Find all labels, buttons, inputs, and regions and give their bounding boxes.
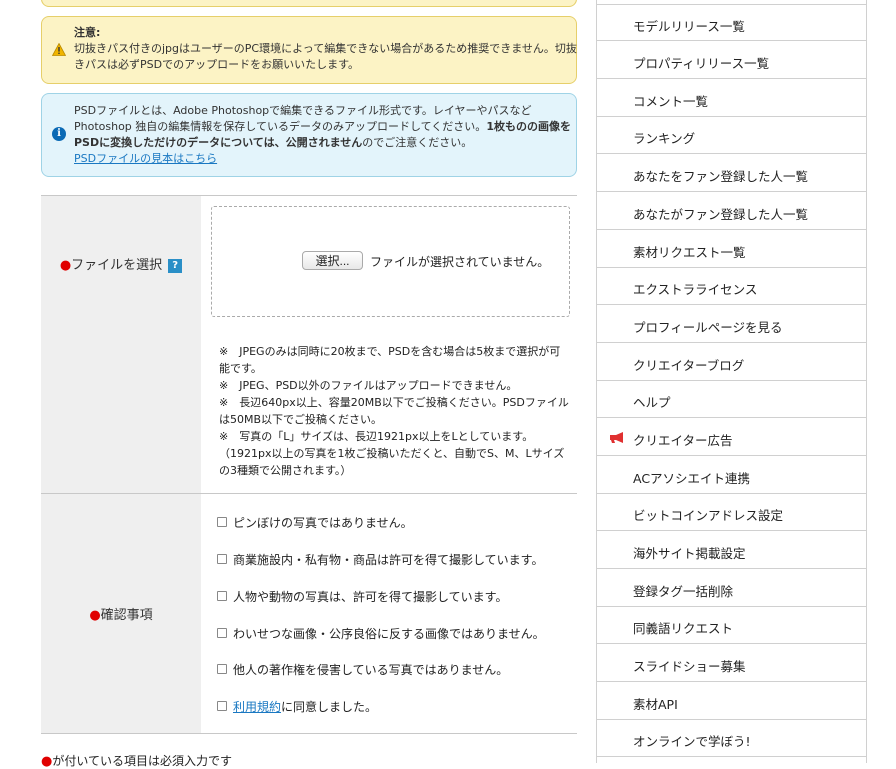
info-text-line2: Photoshop 独自の編集情報を保存しているデータのみアップロードしてくださ… — [74, 120, 487, 133]
sidebar-item-label: クリエイター広告 — [633, 433, 733, 448]
sidebar-item-label: あなたがファン登録した人一覧 — [633, 207, 809, 222]
confirm-row: ●確認事項 ピンぼけの写真ではありません。 商業施設内・私有物・商品は許可を得て… — [41, 493, 577, 734]
check-item[interactable]: ピンぼけの写真ではありません。 — [217, 514, 413, 531]
note-item: ※ 写真の「L」サイズは、長辺1921px以上をLとしています。（1921px以… — [219, 430, 565, 477]
sidebar-item-label: プロフィールページを見る — [633, 320, 783, 335]
sidebar-item[interactable]: ビットコインアドレス設定 — [597, 494, 866, 531]
info-icon: i — [52, 127, 66, 141]
sidebar-item[interactable]: スライドショー募集 — [597, 645, 866, 682]
check-item[interactable]: 他人の著作権を侵害している写真ではありません。 — [217, 661, 508, 678]
terms-check-item[interactable]: 利用規約に同意しました。 — [217, 698, 377, 715]
file-row: ●ファイルを選択? 選択... ファイルが選択されていません。 ※ JPEGのみ… — [41, 195, 577, 494]
sidebar-item-label: モデルリリース一覧 — [633, 19, 745, 34]
checkbox[interactable] — [217, 517, 227, 527]
sidebar-item[interactable]: 同義語リクエスト — [597, 607, 866, 644]
check-label: ピンぼけの写真ではありません。 — [233, 516, 413, 530]
checkbox[interactable] — [217, 554, 227, 564]
choose-file-button[interactable]: 選択... — [302, 251, 363, 270]
sidebar-item[interactable]: コメント一覧 — [597, 80, 866, 117]
check-item[interactable]: わいせつな画像・公序良俗に反する画像ではありません。 — [217, 625, 545, 642]
sidebar-item-label: ACアソシエイト連携 — [633, 471, 751, 486]
sidebar-item[interactable]: プロパティリリース一覧 — [597, 42, 866, 79]
psd-sample-link[interactable]: PSDファイルの見本はこちら — [74, 152, 217, 165]
sidebar-item-label: 海外サイト掲載設定 — [633, 546, 746, 561]
file-label-cell: ●ファイルを選択? — [41, 196, 201, 494]
check-label: わいせつな画像・公序良俗に反する画像ではありません。 — [233, 627, 545, 641]
file-dropzone[interactable]: 選択... ファイルが選択されていません。 — [211, 206, 570, 317]
checkbox[interactable] — [217, 591, 227, 601]
sidebar-item[interactable]: 素材API — [597, 683, 866, 720]
confirm-label-text: 確認事項 — [100, 608, 153, 623]
footnote-text: が付いている項目は必須入力です — [52, 754, 232, 768]
no-file-text: ファイルが選択されていません。 — [370, 255, 550, 269]
sidebar-item-label: コメント一覧 — [633, 94, 709, 109]
warning-title: 注意: — [74, 26, 101, 39]
required-footnote: ●が付いている項目は必須入力です — [41, 752, 232, 769]
sidebar-item[interactable]: プロフィールページを見る — [597, 306, 866, 343]
sidebar-item[interactable]: あなたがファン登録した人一覧 — [597, 193, 866, 230]
megaphone-icon — [610, 432, 623, 443]
confirm-label-cell: ●確認事項 — [41, 494, 201, 733]
warning-icon — [52, 43, 66, 56]
terms-suffix: に同意しました。 — [281, 700, 378, 714]
sidebar-item[interactable]: クリエイター広告 — [597, 419, 866, 456]
sidebar-item[interactable]: 素材リクエスト一覧 — [597, 231, 866, 268]
sidebar-item-label: プロパティリリース一覧 — [633, 56, 770, 71]
sidebar-item-label: あなたをファン登録した人一覧 — [633, 169, 809, 184]
check-label: 人物や動物の写真は、許可を得て撮影しています。 — [233, 590, 508, 604]
sidebar-item[interactable]: エクストラライセンス — [597, 268, 866, 305]
sidebar-item[interactable]: ランキング — [597, 117, 866, 154]
sidebar-item-label: 登録タグ一括削除 — [633, 584, 734, 599]
upload-notes: ※ JPEGのみは同時に20枚まで、PSDを含む場合は5枚まで選択が可能です。 … — [219, 343, 569, 479]
note-item: ※ JPEG、PSD以外のファイルはアップロードできません。 — [219, 379, 518, 392]
info-text-line3: のでご注意ください。 — [362, 136, 473, 149]
sidebar-item[interactable]: ヘルプ — [597, 381, 866, 418]
sidebar-item[interactable]: 海外サイト掲載設定 — [597, 532, 866, 569]
sidebar-item-label: エクストラライセンス — [633, 282, 758, 297]
sidebar-item[interactable]: オンラインで学ぼう! — [597, 720, 866, 757]
note-item: ※ JPEGのみは同時に20枚まで、PSDを含む場合は5枚まで選択が可能です。 — [219, 345, 561, 375]
sidebar-item-label: 素材リクエスト一覧 — [633, 245, 746, 260]
sidebar-item-label: ランキング — [633, 131, 696, 146]
check-label: 商業施設内・私有物・商品は許可を得て撮影しています。 — [233, 553, 544, 567]
sidebar-item-label: 同義語リクエスト — [633, 621, 734, 636]
checkbox[interactable] — [217, 628, 227, 638]
warning-alert-partial — [41, 0, 577, 7]
sidebar-item-label: スライドショー募集 — [633, 659, 746, 674]
check-item[interactable]: 人物や動物の写真は、許可を得て撮影しています。 — [217, 588, 507, 605]
check-item[interactable]: 商業施設内・私有物・商品は許可を得て撮影しています。 — [217, 551, 543, 568]
terms-link[interactable]: 利用規約 — [233, 700, 281, 714]
required-mark: ● — [89, 608, 101, 623]
terms-checkbox[interactable] — [217, 701, 227, 711]
required-mark: ● — [41, 754, 53, 769]
sidebar-item-label: 素材API — [633, 697, 678, 712]
warning-alert: 注意: 切抜きパス付きのjpgはユーザーのPC環境によって編集できない場合がある… — [41, 16, 577, 84]
info-text-line3-bold: PSDに変換しただけのデータについては、公開されません — [74, 136, 363, 149]
sidebar-item[interactable]: 登録タグ一括削除 — [597, 570, 866, 607]
checkbox[interactable] — [217, 664, 227, 674]
file-label-text: ファイルを選択 — [71, 258, 163, 273]
warning-text-line1: 切抜きパス付きのjpgはユーザーのPC環境によって編集できない場合があるため推奨… — [74, 42, 577, 55]
sidebar-item[interactable]: クリエイターブログ — [597, 344, 866, 381]
file-label: ●ファイルを選択? — [41, 254, 201, 273]
required-mark: ● — [59, 258, 72, 273]
help-icon[interactable]: ? — [168, 259, 183, 273]
note-item: ※ 長辺640px以上、容量20MB以下でご投稿ください。PSDファイルは50M… — [219, 396, 569, 426]
warning-text-line2: きパスは必ずPSDでのアップロードをお願いいたします。 — [74, 58, 359, 71]
sidebar-item-label: オンラインで学ぼう! — [633, 734, 751, 749]
sidebar-item-label: ヘルプ — [633, 395, 671, 410]
confirm-label: ●確認事項 — [41, 604, 201, 623]
info-text-line1: PSDファイルとは、Adobe Photoshopで編集できるファイル形式です。… — [74, 104, 532, 117]
info-text-line2-bold: 1枚ものの画像を — [486, 120, 571, 133]
sidebar-item[interactable]: モデルリリース一覧 — [597, 4, 866, 41]
sidebar-item[interactable]: ACアソシエイト連携 — [597, 457, 866, 494]
check-label: 他人の著作権を侵害している写真ではありません。 — [233, 663, 509, 677]
sidebar-item-label: ビットコインアドレス設定 — [633, 508, 784, 523]
info-alert: i PSDファイルとは、Adobe Photoshopで編集できるファイル形式で… — [41, 93, 577, 177]
sidebar-menu: モデルリリース一覧プロパティリリース一覧 コメント一覧 ランキングあなたをファン登録… — [596, 0, 867, 763]
sidebar-item[interactable]: あなたをファン登録した人一覧 — [597, 155, 866, 192]
sidebar-item-label: クリエイターブログ — [633, 358, 745, 373]
